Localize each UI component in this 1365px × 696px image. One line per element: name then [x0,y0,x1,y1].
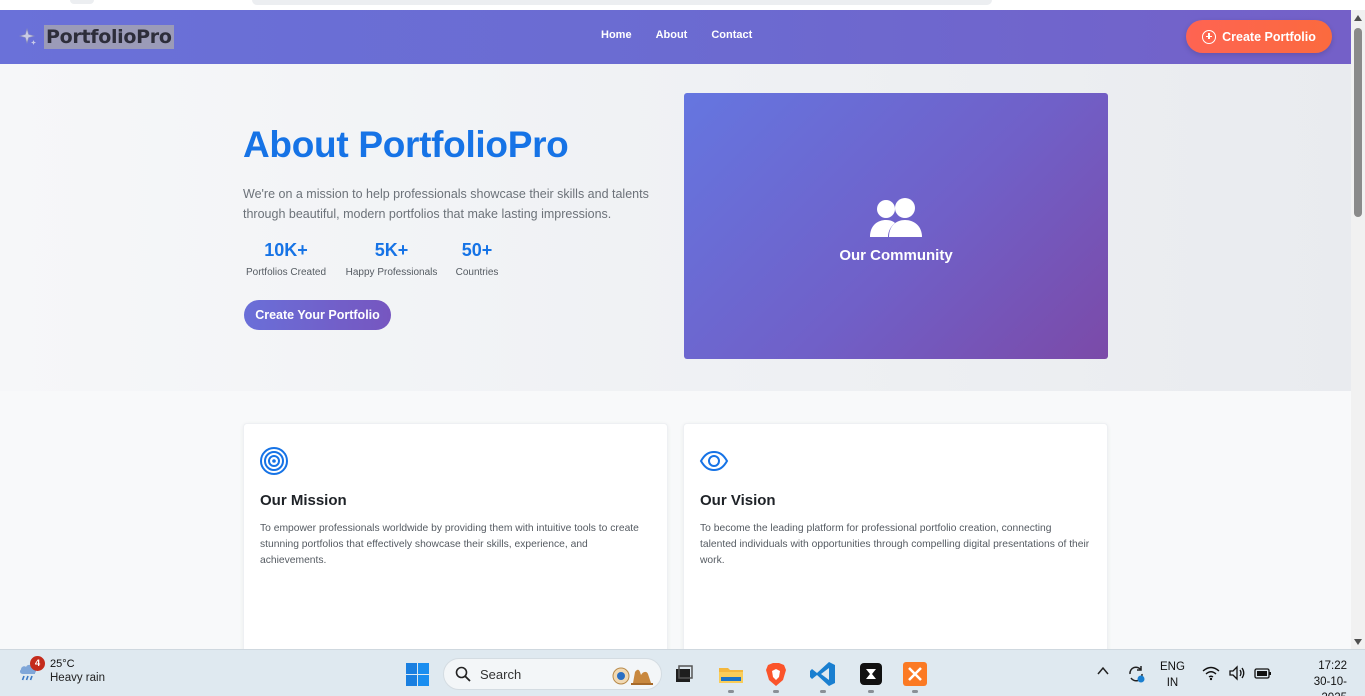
card-text: To empower professionals worldwide by pr… [260,523,639,566]
running-indicator [868,690,874,693]
sparkle-icon [18,27,36,45]
brand[interactable]: PortfolioPro [18,23,174,51]
language-indicator[interactable]: ENG IN [1160,659,1185,691]
taskbar-search[interactable]: Search [443,658,662,690]
browser-address-bar-stub [252,0,992,5]
running-indicator [773,690,779,693]
stat-label: Portfolios Created [245,267,327,278]
hero-description: We're on a mission to help professionals… [243,187,649,221]
scroll-up-arrow[interactable] [1354,15,1362,21]
create-portfolio-button[interactable]: Create Portfolio [1186,20,1332,53]
stat-value: 5K+ [374,240,409,260]
bullseye-icon [260,447,288,475]
scrollbar-thumb[interactable] [1354,28,1362,217]
weather-widget[interactable]: 4 25°C Heavy rain [18,656,105,684]
nav-links: Home About Contact [601,29,752,41]
language-code: ENG [1160,661,1185,673]
system-tray[interactable] [1202,665,1272,681]
clock-date: 30-10-2025 [1313,676,1347,696]
stat-label: Happy Professionals [345,267,438,278]
scroll-down-arrow[interactable] [1354,639,1362,645]
file-explorer-icon[interactable] [717,660,745,688]
nav-link-home[interactable]: Home [601,29,632,41]
wifi-icon [1202,666,1220,681]
weather-description: Heavy rain [50,672,105,684]
windows-start-icon[interactable] [405,662,430,687]
running-indicator [728,690,734,693]
running-indicator [912,690,918,693]
vision-card: Our Vision To become the leading platfor… [683,423,1108,649]
weather-alert-badge: 4 [30,656,45,671]
task-view-icon[interactable] [670,660,698,688]
rain-cloud-icon: 4 [18,656,45,683]
card-title: Our Vision [700,492,776,509]
page-viewport: PortfolioPro Home About Contact Create P… [0,10,1351,649]
search-icon [455,666,471,682]
page-scrollbar[interactable] [1351,10,1365,649]
vscode-icon[interactable] [809,660,837,688]
taskbar: 4 25°C Heavy rain Search ENG IN 17:22 30… [0,649,1365,696]
clock-time: 17:22 [1318,660,1347,672]
stat-value: 50+ [461,240,493,260]
card-text: To become the leading platform for profe… [700,523,1090,566]
search-highlight-icon [612,667,653,685]
stat-countries: 50+ Countries [455,240,499,278]
battery-icon [1254,668,1271,679]
stat-professionals: 5K+ Happy Professionals [344,240,439,278]
create-your-portfolio-button[interactable]: Create Your Portfolio [244,300,391,330]
chevron-up-icon[interactable] [1097,666,1109,676]
browser-top-strip [0,0,1365,10]
navbar: PortfolioPro Home About Contact Create P… [0,10,1351,64]
sync-icon[interactable] [1126,664,1146,684]
brand-name: PortfolioPro [44,25,174,49]
brave-browser-icon[interactable] [762,660,790,688]
weather-temperature: 25°C [50,658,75,670]
nav-link-contact[interactable]: Contact [711,29,752,41]
stat-portfolios: 10K+ Portfolios Created [243,240,329,278]
community-panel: Our Community [684,93,1108,359]
running-indicator [820,690,826,693]
hero-section: About PortfolioPro We're on a mission to… [0,64,1351,391]
users-icon [870,197,922,237]
terminal-app-icon[interactable] [857,660,885,688]
create-portfolio-label: Create Portfolio [1222,29,1316,44]
stat-label: Countries [455,267,499,278]
volume-icon [1229,665,1245,681]
plus-circle-icon [1202,29,1217,44]
browser-tab-stub [70,0,94,4]
language-region: IN [1166,677,1179,689]
search-placeholder: Search [480,666,522,682]
page-title: About PortfolioPro [243,124,569,165]
xampp-icon[interactable] [901,660,929,688]
system-clock[interactable]: 17:22 30-10-2025 [1305,658,1347,696]
stat-value: 10K+ [264,240,308,260]
nav-link-about[interactable]: About [656,29,688,41]
community-label: Our Community [839,246,953,264]
card-title: Our Mission [260,492,347,509]
mission-card: Our Mission To empower professionals wor… [243,423,668,649]
eye-icon [699,450,729,472]
